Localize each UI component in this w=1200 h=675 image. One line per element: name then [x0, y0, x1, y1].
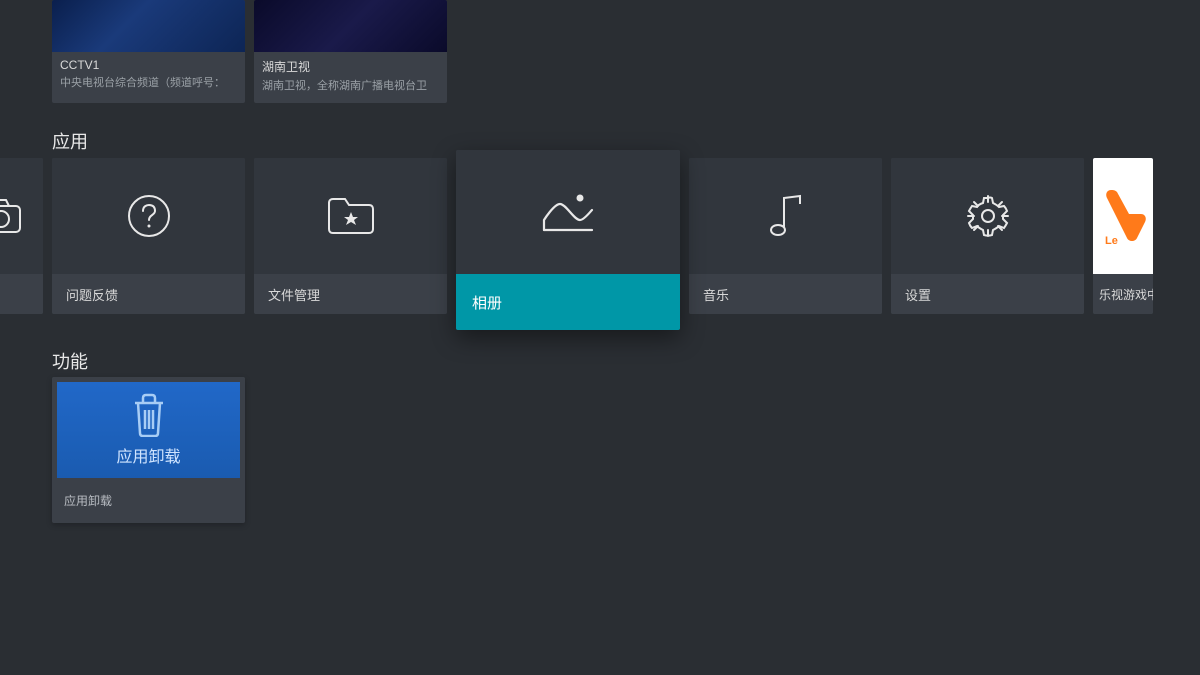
app-card-legame[interactable]: Le 乐视游戏中心: [1093, 158, 1153, 314]
question-icon: [52, 158, 245, 274]
app-label: 音乐: [689, 274, 882, 314]
gear-icon: [891, 158, 1084, 274]
channel-thumbnail: [254, 0, 447, 52]
channel-desc: 湖南卫视，全称湖南广播电视台卫: [262, 77, 439, 93]
folder-star-icon: [254, 158, 447, 274]
app-card-files[interactable]: 文件管理: [254, 158, 447, 314]
function-card-uninstall[interactable]: 应用卸载 应用卸载: [52, 377, 245, 523]
channel-card[interactable]: 湖南卫视 湖南卫视，全称湖南广播电视台卫: [254, 0, 447, 103]
app-card-gallery[interactable]: 相册: [456, 150, 680, 330]
app-label: 乐视游戏中心: [1093, 274, 1153, 314]
app-label: 问题反馈: [52, 274, 245, 314]
channel-card[interactable]: CCTV1 中央电视台综合频道（频道呼号：: [52, 0, 245, 103]
function-image: 应用卸载: [52, 377, 245, 483]
channel-row: CCTV1 中央电视台综合频道（频道呼号： 湖南卫视 湖南卫视，全称湖南广播电视…: [52, 0, 447, 103]
functions-row: 应用卸载 应用卸载: [52, 377, 245, 523]
function-label: 应用卸载: [52, 483, 245, 523]
camera-icon: [0, 158, 43, 274]
function-image-text: 应用卸载: [116, 443, 180, 467]
section-title-functions: 功能: [52, 348, 88, 374]
app-card-settings[interactable]: 设置: [891, 158, 1084, 314]
app-card-camera[interactable]: [0, 158, 43, 314]
section-title-apps: 应用: [52, 128, 88, 154]
channel-info: 湖南卫视 湖南卫视，全称湖南广播电视台卫: [254, 52, 447, 103]
app-label: 设置: [891, 274, 1084, 314]
channel-title: CCTV1: [60, 58, 237, 72]
le-icon: Le: [1093, 158, 1153, 274]
app-label: [0, 274, 43, 314]
channel-title: 湖南卫视: [262, 58, 439, 75]
channel-desc: 中央电视台综合频道（频道呼号：: [60, 74, 237, 90]
music-icon: [689, 158, 882, 274]
app-label: 相册: [456, 274, 680, 330]
app-label: 文件管理: [254, 274, 447, 314]
trash-icon: [129, 393, 169, 437]
gallery-icon: [456, 150, 680, 274]
channel-info: CCTV1 中央电视台综合频道（频道呼号：: [52, 52, 245, 100]
app-card-music[interactable]: 音乐: [689, 158, 882, 314]
apps-row: 问题反馈 文件管理 相册 音乐: [0, 158, 1153, 330]
app-card-feedback[interactable]: 问题反馈: [52, 158, 245, 314]
channel-thumbnail: [52, 0, 245, 52]
svg-text:Le: Le: [1105, 235, 1118, 246]
